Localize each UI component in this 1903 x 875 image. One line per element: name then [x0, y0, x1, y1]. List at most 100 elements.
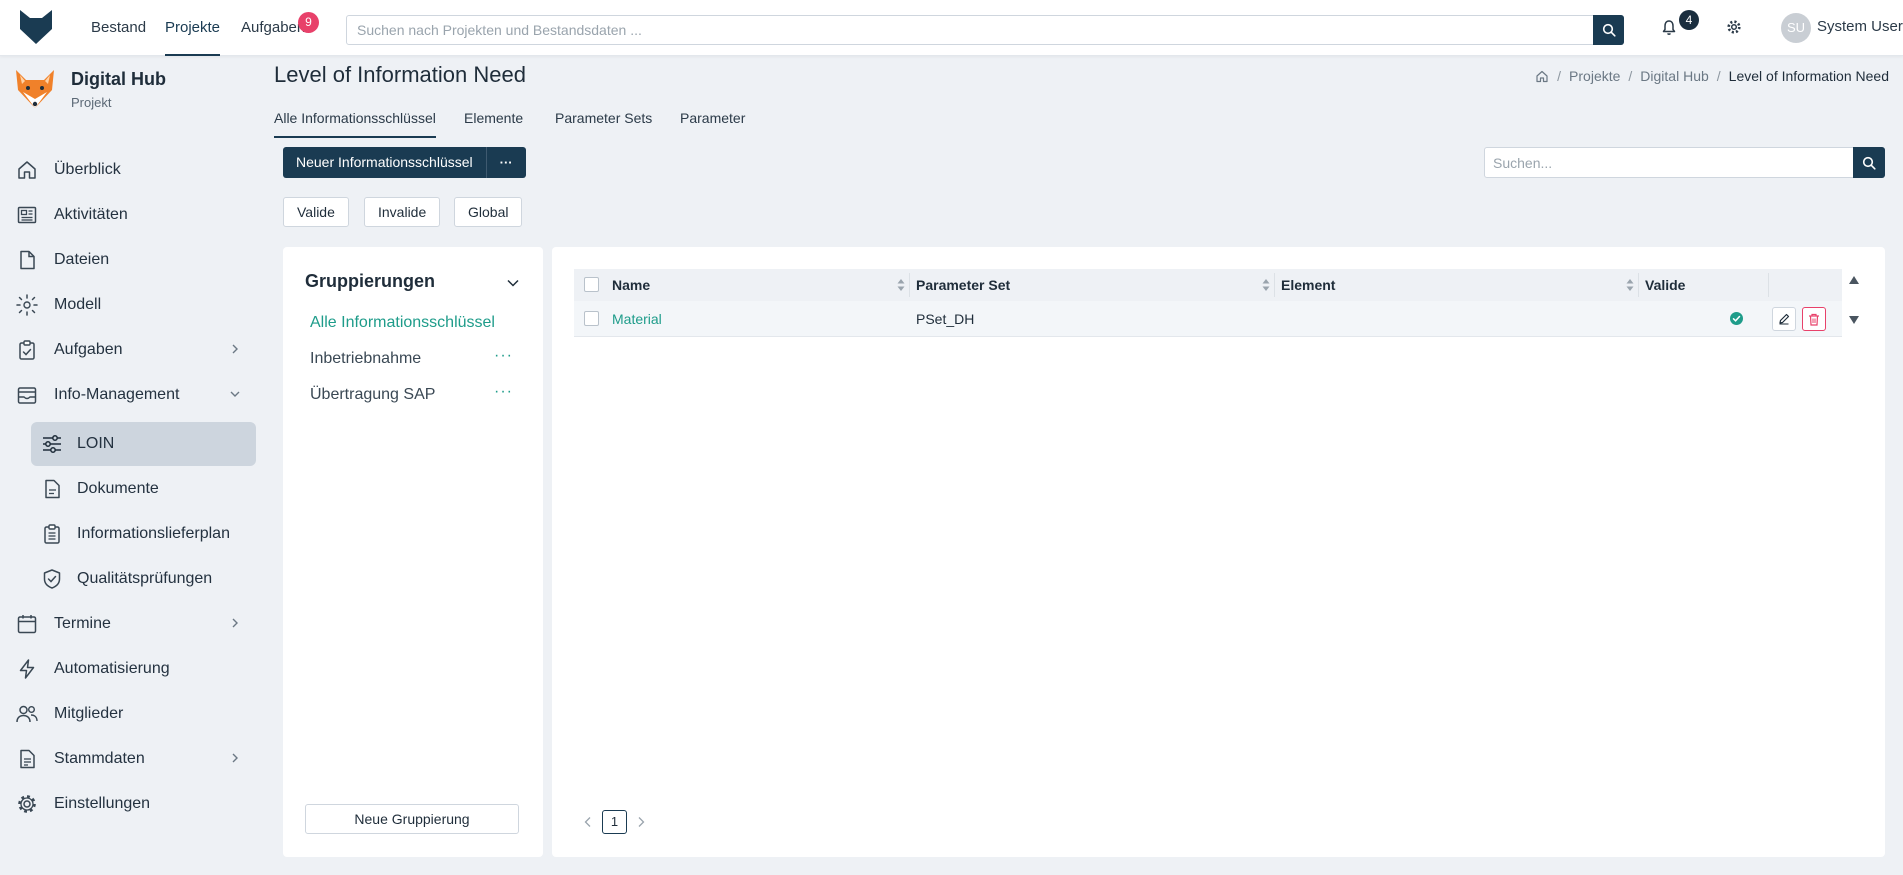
- pagination-page[interactable]: 1: [602, 810, 627, 834]
- table-search-button[interactable]: [1853, 147, 1885, 178]
- file-icon: [14, 247, 40, 273]
- column-divider: [1274, 273, 1275, 297]
- sidebar-item-ueberblick[interactable]: Überblick: [14, 150, 254, 190]
- grouping-item-inbetriebnahme[interactable]: Inbetriebnahme: [310, 350, 421, 368]
- column-header-parameter-set[interactable]: Parameter Set: [916, 269, 1010, 301]
- sidebar-item-label: Einstellungen: [54, 795, 151, 812]
- gear-icon: [14, 791, 40, 817]
- pagination: 1: [576, 810, 653, 834]
- sidebar-item-automatisierung[interactable]: Automatisierung: [14, 649, 254, 689]
- filter-global-button[interactable]: Global: [454, 197, 523, 227]
- topnav-projekte[interactable]: Projekte: [165, 0, 221, 56]
- table-search-input[interactable]: [1485, 148, 1853, 177]
- row-parameter-set: PSet_DH: [916, 311, 975, 327]
- pagination-next-button[interactable]: [629, 810, 653, 834]
- sidebar-item-label: Termine: [54, 615, 111, 632]
- sort-icon[interactable]: [896, 277, 906, 293]
- pencil-icon: [1779, 313, 1790, 325]
- breadcrumb-projekte[interactable]: Projekte: [1569, 68, 1620, 84]
- grouping-item-uebertragung-sap[interactable]: Übertragung SAP: [310, 386, 435, 404]
- table-panel: Name Parameter Set Element Valide Materi…: [552, 247, 1885, 857]
- inbox-icon: [14, 382, 40, 408]
- new-information-key-button-group: Neuer Informationsschlüssel ···: [283, 147, 526, 178]
- tab-parameter[interactable]: Parameter: [680, 98, 745, 138]
- sidebar-item-modell[interactable]: Modell: [14, 285, 254, 325]
- more-options-button[interactable]: ···: [485, 147, 526, 178]
- breadcrumb-separator: /: [1557, 68, 1562, 84]
- sidebar-item-mitglieder[interactable]: Mitglieder: [14, 694, 254, 734]
- grouping-uebertragung-sap-more-button[interactable]: ···: [494, 383, 513, 401]
- top-bar: Bestand Projekte Aufgaben 9 4 SU System …: [0, 0, 1903, 56]
- row-name-link[interactable]: Material: [612, 301, 662, 337]
- table-header: Name Parameter Set Element Valide: [574, 269, 1842, 301]
- sidebar-item-label: Info-Management: [54, 386, 180, 403]
- scroll-down-arrow[interactable]: [1848, 315, 1860, 325]
- sidebar-item-einstellungen[interactable]: Einstellungen: [14, 784, 254, 824]
- sliders-icon: [40, 432, 64, 456]
- sidebar-item-aktivitaeten[interactable]: Aktivitäten: [14, 195, 254, 235]
- table-row[interactable]: Material PSet_DH: [574, 301, 1842, 337]
- search-icon: [1862, 156, 1876, 170]
- model-cube-icon: [14, 292, 40, 318]
- breadcrumb: / Projekte / Digital Hub / Level of Info…: [1535, 68, 1889, 84]
- document-icon: [40, 477, 64, 501]
- breadcrumb-separator: /: [1628, 68, 1633, 84]
- pagination-prev-button[interactable]: [576, 810, 600, 834]
- grouping-item-all[interactable]: Alle Informationsschlüssel: [310, 314, 495, 332]
- notifications-button[interactable]: [1658, 16, 1680, 38]
- delete-row-button[interactable]: [1802, 307, 1826, 331]
- sort-icon[interactable]: [1261, 277, 1271, 293]
- topnav-bestand[interactable]: Bestand: [91, 0, 146, 56]
- new-information-key-button[interactable]: Neuer Informationsschlüssel: [283, 147, 486, 178]
- sidebar-item-loin[interactable]: LOIN: [31, 422, 256, 466]
- grouping-inbetriebnahme-more-button[interactable]: ···: [494, 347, 513, 365]
- new-grouping-button[interactable]: Neue Gruppierung: [305, 804, 519, 834]
- settings-button[interactable]: [1723, 16, 1745, 38]
- user-avatar[interactable]: SU: [1781, 13, 1811, 43]
- sidebar-item-aufgaben[interactable]: Aufgaben: [14, 330, 254, 370]
- chevron-right-icon: [232, 344, 238, 354]
- sidebar-item-label: Überblick: [54, 161, 121, 178]
- column-header-valide[interactable]: Valide: [1645, 269, 1685, 301]
- tab-parameter-sets[interactable]: Parameter Sets: [555, 98, 652, 138]
- sidebar-item-label: Modell: [54, 296, 102, 313]
- home-icon: [14, 157, 40, 183]
- sidebar-item-informationslieferplan[interactable]: Informationslieferplan: [31, 512, 256, 556]
- breadcrumb-current: Level of Information Need: [1728, 68, 1889, 84]
- document-list-icon: [14, 746, 40, 772]
- notification-count-badge: 4: [1679, 10, 1699, 30]
- groupings-collapse-toggle[interactable]: [505, 275, 521, 291]
- topnav-aufgaben[interactable]: Aufgaben: [241, 0, 305, 56]
- column-header-element[interactable]: Element: [1281, 269, 1335, 301]
- column-header-name[interactable]: Name: [612, 269, 650, 301]
- sidebar-item-stammdaten[interactable]: Stammdaten: [14, 739, 254, 779]
- global-search: [346, 15, 1624, 45]
- sidebar-item-qualitaetspruefungen[interactable]: Qualitätsprüfungen: [31, 557, 256, 601]
- tab-elemente[interactable]: Elemente: [464, 98, 523, 138]
- chevron-right-icon: [232, 618, 238, 628]
- valid-check-icon: [1730, 312, 1743, 325]
- breadcrumb-digital-hub[interactable]: Digital Hub: [1640, 68, 1708, 84]
- tab-alle-informationsschluessel[interactable]: Alle Informationsschlüssel: [274, 98, 436, 138]
- filter-valide-button[interactable]: Valide: [283, 197, 349, 227]
- breadcrumb-home[interactable]: [1535, 69, 1549, 83]
- global-search-input[interactable]: [347, 16, 1595, 44]
- filter-invalide-button[interactable]: Invalide: [364, 197, 441, 227]
- gear-icon: [1727, 20, 1741, 34]
- sort-icon[interactable]: [1625, 277, 1635, 293]
- sidebar-item-dateien[interactable]: Dateien: [14, 240, 254, 280]
- sidebar-item-termine[interactable]: Termine: [14, 604, 254, 644]
- bell-icon: [1662, 19, 1676, 35]
- user-name[interactable]: System User: [1817, 18, 1903, 35]
- edit-row-button[interactable]: [1772, 307, 1796, 331]
- sidebar-item-label: LOIN: [77, 435, 115, 452]
- sidebar-item-dokumente[interactable]: Dokumente: [31, 467, 256, 511]
- global-search-button[interactable]: [1593, 15, 1624, 45]
- sidebar-item-info-management[interactable]: Info-Management: [14, 375, 254, 415]
- scroll-up-arrow[interactable]: [1848, 275, 1860, 285]
- home-icon: [1536, 70, 1548, 83]
- row-checkbox[interactable]: [584, 311, 599, 326]
- fox-head-logo[interactable]: [19, 9, 53, 45]
- column-divider: [1638, 273, 1639, 297]
- select-all-checkbox[interactable]: [584, 277, 599, 292]
